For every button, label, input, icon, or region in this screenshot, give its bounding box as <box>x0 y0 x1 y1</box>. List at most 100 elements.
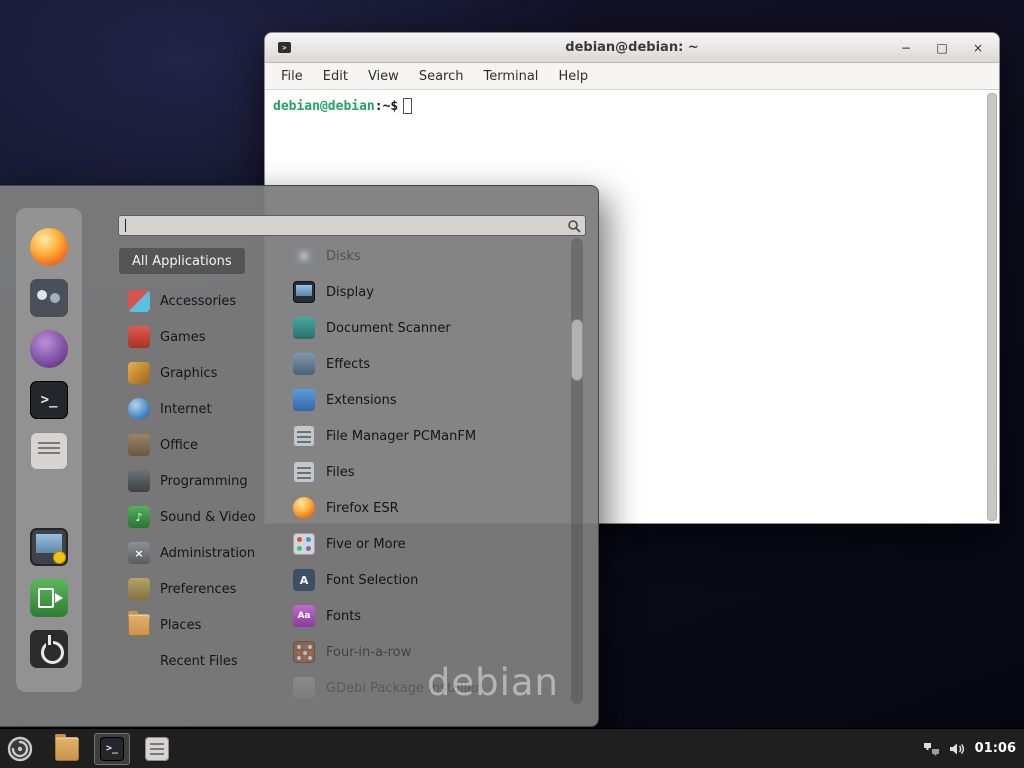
category-item[interactable]: Office <box>118 427 208 463</box>
font-selection-icon: A <box>293 569 315 591</box>
category-label: Internet <box>160 402 212 417</box>
folder-icon <box>128 614 150 636</box>
window-buttons: − □ × <box>899 33 999 63</box>
maximize-button[interactable]: □ <box>935 33 949 63</box>
session-log-out[interactable] <box>30 579 68 617</box>
terminal-title: debian@debian: ~ <box>265 40 999 55</box>
application-label: Extensions <box>326 393 397 408</box>
session-shut-down[interactable] <box>30 630 68 668</box>
category-label: Office <box>160 438 198 453</box>
category-item[interactable]: Accessories <box>118 283 246 319</box>
category-item[interactable]: Graphics <box>118 355 227 391</box>
category-item[interactable]: Games <box>118 319 215 355</box>
shutdown-icon <box>30 630 68 668</box>
favorite-messenger[interactable] <box>30 330 68 368</box>
menu-search-box[interactable] <box>118 215 586 236</box>
application-list: Disks Display Document Scanner Effects <box>285 238 569 704</box>
terminal-cursor <box>403 98 412 114</box>
category-item[interactable]: × Administration <box>118 535 265 571</box>
application-item[interactable]: Four-in-a-row <box>285 634 569 670</box>
category-item[interactable]: Recent Files <box>118 643 248 679</box>
terminal-scrollbar-thumb[interactable] <box>987 93 997 521</box>
application-item[interactable]: Five or More <box>285 526 569 562</box>
application-menu: >_ <box>0 185 599 727</box>
category-list: All Applications Accessories Games Graph… <box>118 247 276 679</box>
application-item[interactable]: Firefox ESR <box>285 490 569 526</box>
application-item[interactable]: Document Scanner <box>285 310 569 346</box>
menubar-item[interactable]: Help <box>548 66 598 87</box>
chat-icon <box>30 330 68 368</box>
application-item[interactable]: Disks <box>285 238 569 274</box>
application-item[interactable]: GDebi Package Installer <box>285 670 569 704</box>
application-item[interactable]: File Manager PCManFM <box>285 418 569 454</box>
category-item[interactable]: Programming <box>118 463 258 499</box>
category-item[interactable]: Places <box>118 607 211 643</box>
grid-icon <box>293 641 315 663</box>
screen-icon <box>293 281 315 303</box>
category-item[interactable]: ♪ Sound & Video <box>118 499 266 535</box>
favorite-user-accounts[interactable] <box>30 279 68 317</box>
distro-swirl-icon <box>7 736 33 762</box>
application-label: Four-in-a-row <box>326 645 411 660</box>
menubar-item[interactable]: File <box>271 66 313 87</box>
category-label: All Applications <box>132 254 232 269</box>
prompt-path: :~$ <box>375 99 398 114</box>
prompt-user-host: debian@debian <box>273 99 375 114</box>
menu-scrollbar[interactable] <box>571 238 583 704</box>
application-label: Display <box>326 285 374 300</box>
clock: 01:06 <box>975 741 1016 756</box>
programming-icon <box>128 470 150 492</box>
minimize-button[interactable]: − <box>899 33 913 63</box>
application-item[interactable]: Effects <box>285 346 569 382</box>
session-display-settings[interactable] <box>30 528 68 566</box>
docs-icon <box>145 737 169 761</box>
category-label: Places <box>160 618 201 633</box>
taskbar-terminal[interactable]: >_ <box>94 733 130 765</box>
terminal-dark-icon: >_ <box>30 381 68 419</box>
magnifier-icon <box>567 219 581 233</box>
package-icon <box>293 677 315 699</box>
menubar-item[interactable]: View <box>358 66 409 87</box>
system-tray: 01:06 <box>924 741 1024 756</box>
category-item[interactable]: Internet <box>118 391 222 427</box>
application-item[interactable]: Display <box>285 274 569 310</box>
scanner-icon <box>293 317 315 339</box>
users-icon <box>30 279 68 317</box>
favorite-terminal[interactable]: >_ <box>30 381 68 419</box>
category-label: Preferences <box>160 582 236 597</box>
favorite-text-editor[interactable] <box>30 432 68 470</box>
menu-button[interactable] <box>0 729 40 768</box>
office-icon <box>128 434 150 456</box>
menu-scrollbar-thumb[interactable] <box>571 319 583 381</box>
drawer-icon <box>293 425 315 447</box>
close-button[interactable]: × <box>971 33 985 63</box>
application-label: Files <box>326 465 355 480</box>
network-icon[interactable] <box>924 742 939 756</box>
drawer-icon <box>293 461 315 483</box>
category-label: Games <box>160 330 205 345</box>
application-label: Fonts <box>326 609 361 624</box>
menubar-item[interactable]: Edit <box>313 66 358 87</box>
category-item[interactable]: All Applications <box>118 247 246 275</box>
taskbar-file-manager[interactable] <box>49 733 85 765</box>
dots-icon <box>293 533 315 555</box>
application-label: Font Selection <box>326 573 418 588</box>
menubar-item[interactable]: Terminal <box>473 66 548 87</box>
menubar-item[interactable]: Search <box>409 66 474 87</box>
search-input[interactable] <box>123 216 563 235</box>
application-item[interactable]: Extensions <box>285 382 569 418</box>
volume-icon[interactable] <box>949 742 965 756</box>
favorite-firefox[interactable] <box>30 228 68 266</box>
terminal-dark-icon: >_ <box>100 737 124 761</box>
category-item[interactable]: Preferences <box>118 571 246 607</box>
application-item[interactable]: A Font Selection <box>285 562 569 598</box>
category-label: Sound & Video <box>160 510 256 525</box>
terminal-titlebar[interactable]: > debian@debian: ~ − □ × <box>265 33 999 63</box>
taskbar-files[interactable] <box>139 733 175 765</box>
application-item[interactable]: Aa Fonts <box>285 598 569 634</box>
taskbar-launchers: >_ <box>40 733 175 765</box>
display-warning-icon <box>30 528 68 566</box>
application-item[interactable]: Files <box>285 454 569 490</box>
terminal-scrollbar[interactable] <box>987 93 997 521</box>
terminal-menubar: File Edit View Search Terminal Help <box>265 63 999 90</box>
